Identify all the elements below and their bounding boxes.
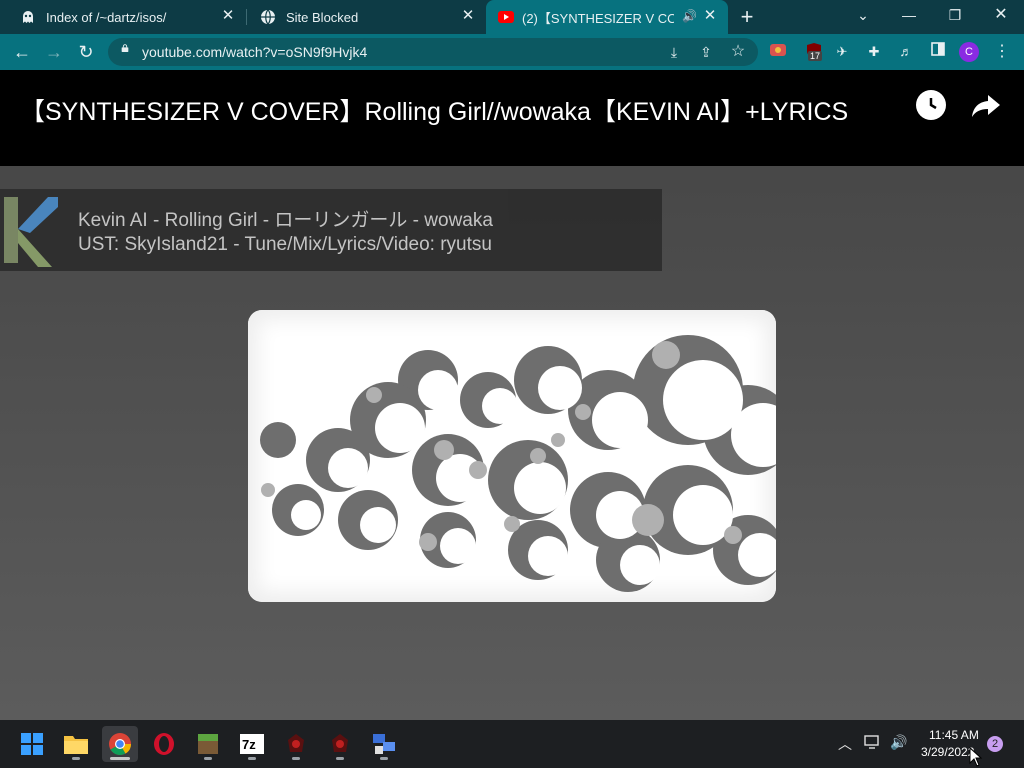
clock-icon[interactable] (916, 90, 946, 120)
start-icon[interactable] (14, 726, 50, 762)
side-panel-icon[interactable] (928, 42, 948, 62)
chrome-icon[interactable] (102, 726, 138, 762)
new-tab-button[interactable]: + (736, 6, 758, 28)
video-artwork (248, 310, 776, 602)
install-icon[interactable]: ⤓ (664, 42, 684, 62)
chevron-up-icon[interactable]: ︿ (838, 734, 852, 754)
youtube-icon (498, 9, 514, 25)
bookmark-star-icon[interactable]: ☆ (728, 42, 748, 62)
extensions-puzzle-icon[interactable]: ✚ (864, 42, 884, 62)
close-tab-icon[interactable]: ✕ (702, 8, 718, 24)
minecraft-icon[interactable] (190, 726, 226, 762)
browser-toolbar: ← → ↻ youtube.com/watch?v=oSN9f9Hvjk4 ⤓ … (0, 34, 1024, 70)
extension-badge: 17 (808, 51, 823, 61)
clock-time[interactable]: 11:45 AM (929, 728, 979, 742)
url-text: youtube.com/watch?v=oSN9f9Hvjk4 (142, 44, 368, 60)
profile-avatar[interactable]: C (959, 42, 979, 62)
tab-title: Index of /~dartz/isos/ (46, 9, 167, 25)
ublock-icon[interactable]: 17 (804, 42, 824, 62)
mouse-cursor-icon (969, 747, 983, 767)
tab-index-of-isos[interactable]: Index of /~dartz/isos/ ✕ (0, 0, 246, 34)
ghost-icon (20, 9, 36, 25)
extension-red-icon[interactable] (768, 42, 788, 62)
video-title[interactable]: 【SYNTHESIZER V COVER】Rolling Girl//wowak… (20, 92, 848, 128)
app-icon-1[interactable] (278, 726, 314, 762)
opera-icon[interactable] (146, 726, 182, 762)
video-title-bar: 【SYNTHESIZER V COVER】Rolling Girl//wowak… (0, 70, 1024, 166)
tab-site-blocked[interactable]: Site Blocked ✕ (240, 0, 486, 34)
share-page-icon[interactable]: ⇪ (696, 42, 716, 62)
share-icon[interactable] (970, 92, 1002, 120)
tab-title: (2)【SYNTHESIZER V COVER】Rolling Girl//wo… (522, 10, 674, 26)
restore-button[interactable]: ❐ (932, 0, 978, 34)
address-bar[interactable]: youtube.com/watch?v=oSN9f9Hvjk4 ⤓ ⇪ ☆ (108, 38, 758, 66)
tab-title: Site Blocked (286, 9, 359, 25)
globe-icon (260, 9, 276, 25)
network-icon[interactable] (864, 734, 882, 753)
tab-strip: Index of /~dartz/isos/ ✕ Site Blocked ✕ … (0, 0, 1024, 34)
speaker-icon[interactable]: 🔊 (682, 9, 697, 23)
menu-kebab-icon[interactable]: ⋮ (992, 42, 1012, 62)
volume-icon[interactable]: 🔊 (890, 734, 907, 751)
close-tab-icon[interactable]: ✕ (220, 8, 236, 24)
media-control-icon[interactable]: ♬ (896, 42, 916, 62)
extension-bird-icon[interactable]: ✈ (832, 42, 852, 62)
reload-button[interactable]: ↻ (74, 40, 98, 64)
notification-badge[interactable]: 2 (987, 736, 1003, 752)
forward-button[interactable]: → (42, 40, 66, 64)
file-explorer-icon[interactable] (58, 726, 94, 762)
song-caption-box: Kevin AI - Rolling Girl - ローリンガール - wowa… (0, 189, 662, 271)
k-logo-icon (4, 197, 58, 267)
video-player[interactable]: 【SYNTHESIZER V COVER】Rolling Girl//wowak… (0, 70, 1024, 720)
back-button[interactable]: ← (10, 40, 34, 64)
svg-text:7z: 7z (242, 737, 256, 752)
tab-youtube-video[interactable]: (2)【SYNTHESIZER V COVER】Rolling Girl//wo… (486, 0, 728, 34)
close-tab-icon[interactable]: ✕ (460, 8, 476, 24)
caption-line-2: UST: SkyIsland21 - Tune/Mix/Lyrics/Video… (78, 234, 492, 255)
7zip-icon[interactable]: 7z (234, 726, 270, 762)
app-icon-2[interactable] (322, 726, 358, 762)
lock-icon (121, 44, 129, 52)
network-tool-icon[interactable] (366, 726, 402, 762)
taskbar: 7z ︿ 🔊 11:45 AM 3/29/2022 2 (0, 720, 1024, 768)
clock-date[interactable]: 3/29/2022 (921, 745, 974, 759)
tab-search-icon[interactable]: ⌄ (840, 0, 886, 34)
minimize-button[interactable]: — (886, 0, 932, 34)
caption-line-1: Kevin AI - Rolling Girl - ローリンガール - wowa… (78, 210, 493, 231)
close-window-button[interactable]: ✕ (978, 0, 1024, 34)
